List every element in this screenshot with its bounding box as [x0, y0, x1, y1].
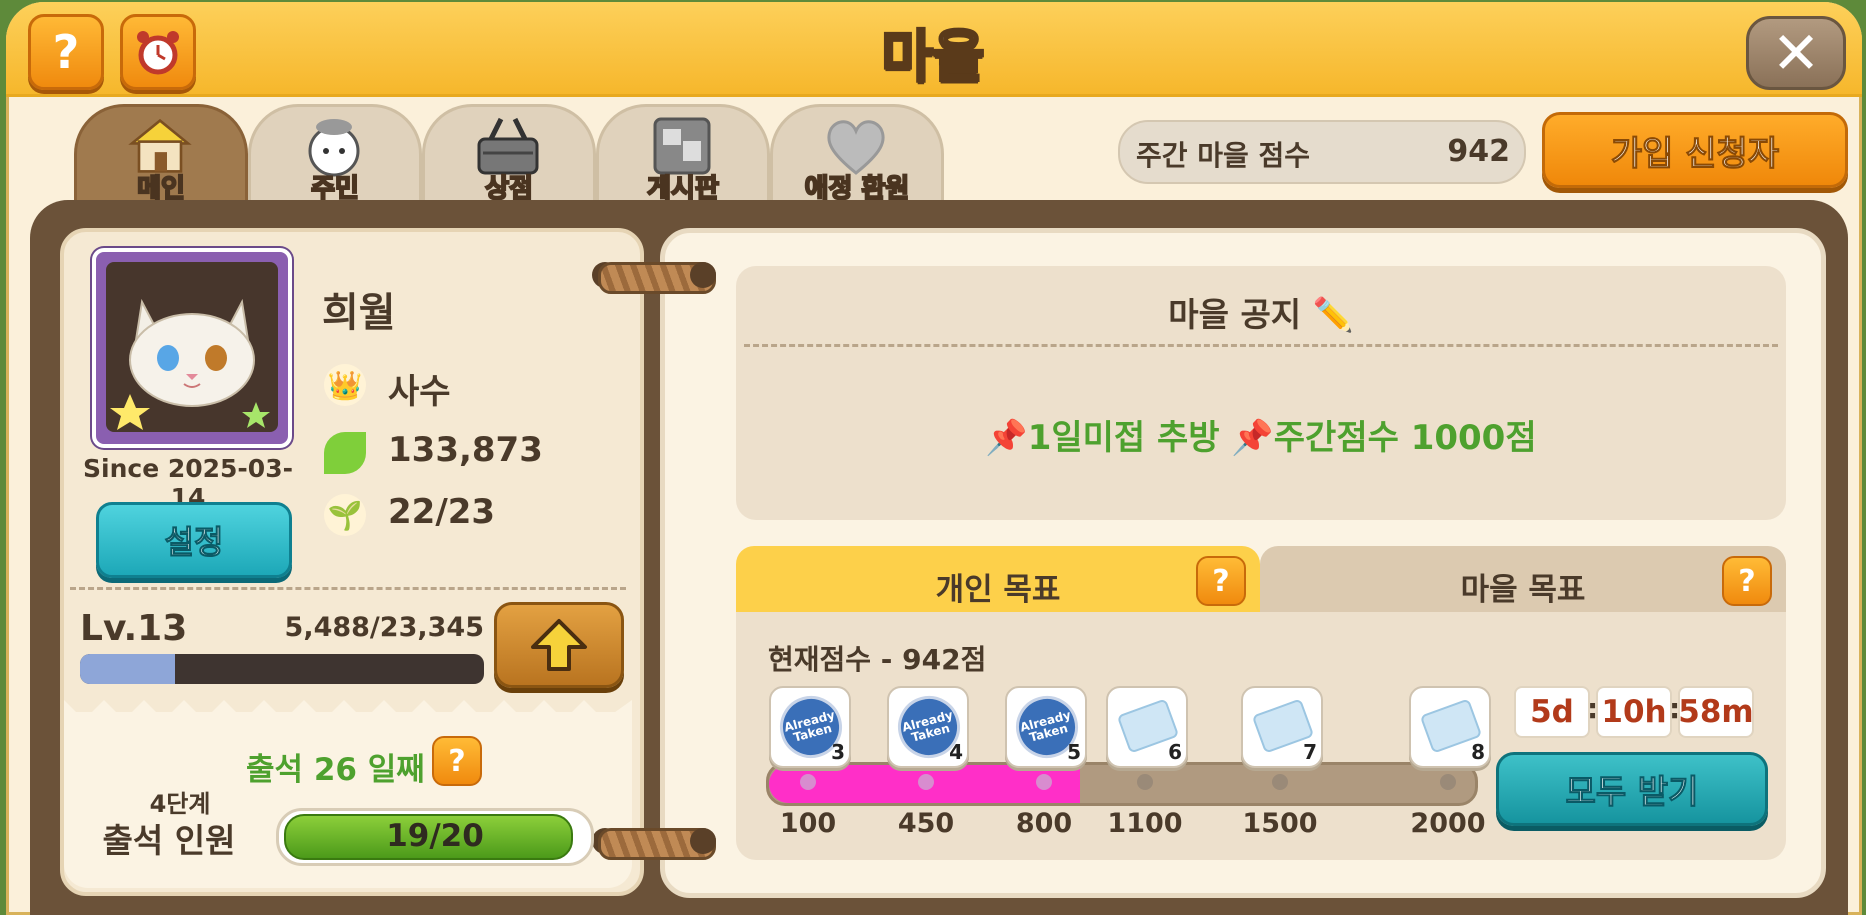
- binder-ring-end: [690, 262, 716, 288]
- village-goal-label: 마을 목표: [1460, 572, 1586, 608]
- personal-goal-help-button[interactable]: ?: [1196, 556, 1246, 606]
- claim-all-button[interactable]: 모두 받기: [1496, 752, 1768, 826]
- milestone-reward[interactable]: 7: [1241, 686, 1323, 768]
- attendance-help-button[interactable]: ?: [432, 736, 482, 786]
- help-icon: ?: [1738, 563, 1756, 599]
- tab-board[interactable]: 게시판: [596, 104, 770, 207]
- reward-count: 4: [949, 740, 963, 764]
- white-cat-icon: [110, 298, 270, 430]
- house-icon: [125, 117, 195, 175]
- milestone-dot: [1137, 774, 1153, 790]
- bulletin-board-icon: [647, 117, 717, 175]
- notice-title: 마을 공지 ✏️: [736, 288, 1786, 336]
- notice-title-text: 마을 공지: [1168, 295, 1302, 334]
- crown-leader-icon: 👑: [324, 364, 366, 406]
- reward-count: 5: [1067, 740, 1081, 764]
- close-icon: ✕: [1771, 19, 1821, 87]
- basket-icon: [473, 117, 543, 175]
- milestone-dot: [800, 774, 816, 790]
- avatar[interactable]: [106, 262, 278, 432]
- sprout-member-icon: 🌱: [324, 494, 366, 536]
- attendance-members-count: 19/20: [386, 818, 484, 854]
- help-icon: ?: [448, 743, 466, 779]
- page-title: 마을: [880, 24, 986, 92]
- attendance-members-label: 출석 인원: [102, 821, 236, 860]
- village-name: 희월: [322, 290, 396, 336]
- notice-text: 📌1일미접 추방 📌주간점수 1000점: [985, 418, 1537, 458]
- role-text: 사수: [388, 372, 451, 412]
- attendance-days: 출석 26 일째: [246, 752, 425, 788]
- exp-bar-fill: [80, 654, 175, 684]
- leaf-icon: [324, 432, 366, 474]
- reward-count: 8: [1471, 740, 1485, 764]
- up-arrow-icon: [531, 619, 587, 671]
- milestone-score: 1100: [1107, 808, 1183, 839]
- members-count: 22/23: [388, 492, 496, 532]
- milestone-score: 2000: [1410, 808, 1486, 839]
- current-score: 현재점수 - 942점: [768, 643, 987, 676]
- milestone-dot: [918, 774, 934, 790]
- help-icon: ?: [1212, 563, 1230, 599]
- settings-button[interactable]: 설정: [96, 502, 292, 578]
- tab-main[interactable]: 메인: [74, 104, 248, 207]
- milestone-score: 100: [779, 808, 837, 839]
- milestone-score: 450: [897, 808, 955, 839]
- tab-shop[interactable]: 상점: [422, 104, 596, 207]
- reward-count: 3: [831, 740, 845, 764]
- reward-count: 7: [1303, 740, 1317, 764]
- reward-count: 6: [1168, 740, 1182, 764]
- personal-goal-label: 개인 목표: [935, 572, 1061, 608]
- leaves-text: 133,873: [388, 430, 543, 470]
- exp-bar: [80, 654, 484, 684]
- timer-hours: 10h: [1596, 686, 1672, 738]
- zigzag-divider: [64, 700, 632, 730]
- milestone-reward[interactable]: Already Taken 4: [887, 686, 969, 768]
- milestone-dot: [1036, 774, 1052, 790]
- applicants-button[interactable]: 가입 신청자: [1542, 112, 1848, 188]
- milestone-reward[interactable]: Already Taken 3: [769, 686, 851, 768]
- timer-days: 5d: [1514, 686, 1590, 738]
- weekly-score-value: 942: [1447, 134, 1510, 169]
- milestone-reward[interactable]: Already Taken 5: [1005, 686, 1087, 768]
- tab-affection-return[interactable]: 애정 환원: [770, 104, 944, 207]
- pencil-edit-icon[interactable]: ✏️: [1313, 295, 1354, 334]
- milestone-score: 800: [1015, 808, 1073, 839]
- divider: [70, 587, 626, 590]
- heart-icon: [821, 117, 891, 175]
- village-level: Lv.13: [80, 608, 188, 649]
- tab-residents[interactable]: 주민: [248, 104, 422, 207]
- resident-icon: [299, 117, 369, 177]
- milestone-score: 1500: [1242, 808, 1318, 839]
- timer-minutes: 58m: [1678, 686, 1754, 738]
- notice-divider: [744, 344, 1778, 347]
- milestone-reward[interactable]: 6: [1106, 686, 1188, 768]
- binder-ring-end: [690, 828, 716, 854]
- close-button[interactable]: ✕: [1746, 16, 1846, 90]
- village-goal-help-button[interactable]: ?: [1722, 556, 1772, 606]
- exp-text: 5,488/23,345: [284, 612, 484, 643]
- level-up-button[interactable]: [494, 602, 624, 688]
- milestone-reward[interactable]: 8: [1409, 686, 1491, 768]
- milestone-dot: [1272, 774, 1288, 790]
- milestone-dot: [1440, 774, 1456, 790]
- weekly-score-label: 주간 마을 점수: [1136, 139, 1311, 172]
